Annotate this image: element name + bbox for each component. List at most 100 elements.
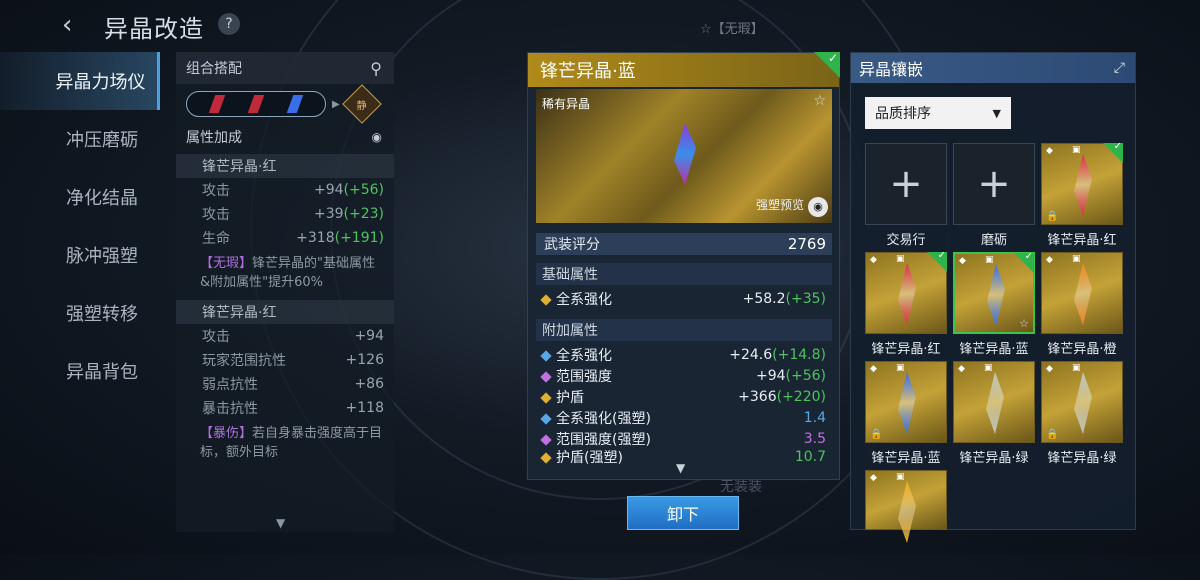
crystal-gem-icon (987, 264, 1005, 326)
stat-label: 全系强化(强塑) (556, 411, 651, 427)
chevron-down-icon[interactable]: ▼ (276, 516, 285, 530)
stat-bonus: (+220) (776, 389, 826, 405)
set-tag: 【无瑕】 (200, 256, 253, 271)
red-gem-icon (208, 95, 225, 113)
extra-stat-row: 范围强度 +94(+56) (536, 366, 832, 386)
stat-value: 10.7 (794, 450, 826, 464)
star-icon[interactable]: ☆ (1019, 317, 1029, 330)
bonus-section-header: 属性加成 ◉ (176, 124, 394, 150)
stat-row: 攻击 +94(+56) (176, 178, 394, 202)
add-slot[interactable]: + (953, 143, 1035, 225)
unequip-button[interactable]: 卸下 (627, 496, 739, 530)
nav-item-pulse[interactable]: 脉冲强塑 (0, 226, 160, 284)
slot-label: 锋芒异晶·红 (1047, 233, 1117, 248)
crystal-slot[interactable]: ◆ ▣ 🔒 ✓ (1041, 143, 1123, 225)
collapse-icon[interactable]: ⤢ (1114, 60, 1125, 76)
rarity-icon: ◆ (1046, 364, 1053, 374)
slot-label: 锋芒异晶·绿 (1047, 451, 1117, 466)
extra-stat-row: 护盾 +366(+220) (536, 387, 832, 407)
combo-badge[interactable]: 静 (341, 84, 382, 124)
nav-item-crystal-field[interactable]: 异晶力场仪 (0, 52, 160, 110)
eye-icon[interactable]: ◉ (372, 130, 382, 144)
stat-value: +94 (354, 328, 384, 344)
add-slot[interactable]: + (865, 143, 947, 225)
combo-badge-text: 静 (356, 100, 367, 112)
rarity-icon: ◆ (959, 256, 966, 266)
slot-label: 磨砺 (980, 233, 1007, 248)
arrow-right-icon: ▶ (332, 98, 340, 110)
stat-label: 护盾(强塑) (556, 450, 623, 464)
crystal-gem-icon (898, 372, 916, 434)
nav-item-stamp[interactable]: 冲压磨砺 (0, 110, 160, 168)
set-icon: ▣ (1072, 254, 1081, 264)
combo-pill[interactable] (186, 91, 326, 117)
plus-icon: + (977, 161, 1011, 207)
star-icon[interactable]: ☆ (813, 93, 826, 109)
crystal-slot[interactable]: ◆ ▣ (865, 470, 947, 543)
set-icon: ▣ (1072, 363, 1081, 373)
crystal-detail-card: 锋芒异晶·蓝 ✓ 稀有异晶 ☆ 强塑预览 ◉ 武装评分 2769 基础属性 全系… (527, 52, 840, 480)
crystal-gem-icon (1074, 154, 1092, 216)
score-label: 武装评分 (544, 237, 600, 253)
stat-label: 攻击 (202, 207, 230, 223)
eye-icon[interactable]: ◉ (808, 197, 828, 217)
set-description: 【无瑕】锋芒异晶的"基础属性&附加属性"提升60% (176, 250, 394, 296)
stat-label: 攻击 (202, 183, 230, 199)
base-stat-row: 全系强化 +58.2(+35) (536, 289, 832, 309)
rarity-label: 稀有异晶 (542, 97, 591, 111)
stat-bonus: (+35) (785, 291, 826, 307)
sort-label: 品质排序 (875, 106, 931, 122)
set-icon: ▣ (1072, 145, 1081, 155)
inlay-title: 异晶镶嵌 (859, 60, 924, 79)
stat-value: 1.4 (803, 410, 826, 426)
crystal-slot[interactable]: ◆ ▣ 🔒 (865, 361, 947, 443)
check-icon: ✓ (927, 252, 947, 272)
extra-stat-row: 范围强度(强塑) 3.5 (536, 429, 832, 449)
diamond-icon (540, 452, 552, 464)
inlay-panel: 异晶镶嵌 ⤢ 品质排序 ▼ + 交易行 + 磨砺 ◆ ▣ 🔒 ✓ 锋芒异晶·红 ◆ ▣ ✓ 锋芒异晶·红… (850, 52, 1136, 543)
stat-label: 全系强化 (556, 348, 612, 364)
slot-label: 锋芒异晶·蓝 (959, 342, 1029, 357)
lock-icon: 🔒 (1046, 211, 1059, 222)
stat-row: 攻击 +94 (176, 324, 394, 348)
stat-row: 弱点抗性 +86 (176, 372, 394, 396)
search-icon[interactable]: ⚲ (370, 59, 382, 78)
set-tag: 【暴伤】 (200, 426, 253, 441)
nav-item-purify[interactable]: 净化结晶 (0, 168, 160, 226)
crystal-slot[interactable]: ◆ ▣ (1041, 252, 1123, 334)
stat-row: 暴击抗性 +118 (176, 396, 394, 420)
nav-item-transfer[interactable]: 强塑转移 (0, 284, 160, 342)
diamond-icon (540, 294, 552, 306)
crystal-gem-icon (986, 372, 1004, 434)
stat-bonus: (+14.8) (772, 347, 826, 363)
crystal-art: 稀有异晶 ☆ 强塑预览 ◉ (536, 89, 832, 223)
group-header: 锋芒异晶·红 (176, 154, 394, 178)
stat-value: +24.6 (729, 347, 773, 363)
base-attr-header: 基础属性 (536, 263, 832, 285)
back-icon[interactable]: ‹ (62, 12, 88, 38)
plus-icon: + (889, 161, 923, 207)
set-icon: ▣ (896, 472, 905, 482)
set-icon: ▣ (985, 255, 994, 265)
stat-label: 全系强化 (556, 292, 612, 308)
help-icon[interactable]: ? (218, 13, 240, 35)
stat-value: +318 (296, 230, 335, 246)
rarity-icon: ◆ (1046, 146, 1053, 156)
sort-dropdown[interactable]: 品质排序 ▼ (865, 97, 1011, 129)
score-value: 2769 (787, 235, 826, 253)
nav-item-bag[interactable]: 异晶背包 (0, 342, 160, 400)
check-icon: ✓ (1014, 253, 1034, 273)
slot-label: 锋芒异晶·绿 (959, 451, 1029, 466)
crystal-slot[interactable]: ◆ ▣ ✓ ☆ (953, 252, 1035, 334)
slot-label: 锋芒异晶·红 (871, 342, 941, 357)
stat-label: 生命 (202, 231, 230, 247)
top-hint: ☆【无瑕】 (700, 22, 764, 37)
combo-header: 组合搭配 ⚲ (176, 52, 394, 84)
left-nav: 异晶力场仪 冲压磨砺 净化结晶 脉冲强塑 强塑转移 异晶背包 (0, 52, 160, 400)
crystal-slot[interactable]: ◆ ▣ (953, 361, 1035, 443)
chevron-down-icon[interactable]: ▼ (676, 461, 685, 475)
crystal-slot[interactable]: ◆ ▣ 🔒 (1041, 361, 1123, 443)
stat-label: 护盾 (556, 390, 584, 406)
stat-row: 生命 +318(+191) (176, 226, 394, 250)
crystal-slot[interactable]: ◆ ▣ ✓ (865, 252, 947, 334)
